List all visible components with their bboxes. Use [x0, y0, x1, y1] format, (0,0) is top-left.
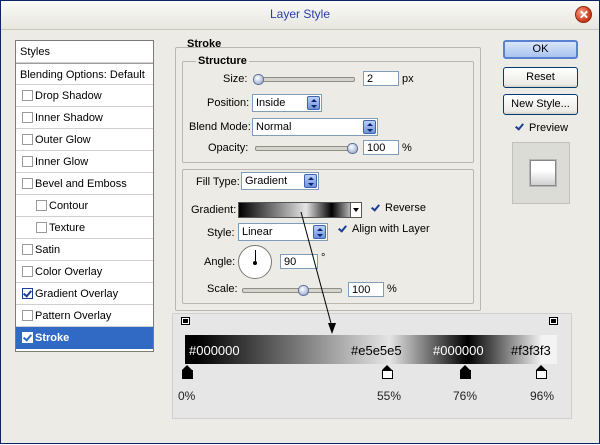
annotation-arrow: [300, 211, 336, 334]
color-stop[interactable]: [536, 365, 547, 379]
layer-style-dialog: Layer Style Styles Blending Options: Def…: [0, 0, 600, 444]
stop-location-label: 96%: [530, 389, 555, 403]
stop-location-label: 0%: [178, 389, 196, 403]
stop-color-label: #000000: [189, 343, 240, 358]
opacity-stop-left[interactable]: [181, 317, 190, 329]
stop-color-label: #000000: [433, 343, 484, 358]
color-stop[interactable]: [460, 365, 471, 379]
stop-color-label: #f3f3f3: [511, 343, 551, 358]
stop-location-label: 76%: [453, 389, 478, 403]
color-stop[interactable]: [382, 365, 393, 379]
color-stop[interactable]: [182, 365, 193, 379]
stop-color-label: #e5e5e5: [351, 343, 402, 358]
opacity-stop-right[interactable]: [549, 317, 558, 329]
stop-location-label: 55%: [377, 389, 402, 403]
